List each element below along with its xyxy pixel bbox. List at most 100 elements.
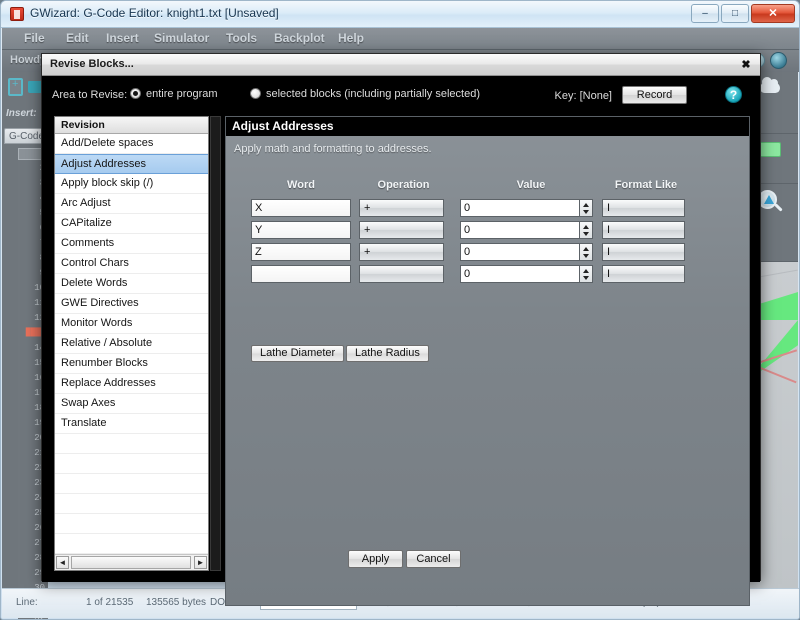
revision-item-apply-block-skip[interactable]: Apply block skip (/)	[55, 174, 208, 194]
apply-button[interactable]: Apply	[348, 550, 403, 568]
revision-item-monitor-words[interactable]: Monitor Words	[55, 314, 208, 334]
scroll-right-icon[interactable]: ►	[194, 556, 207, 569]
revision-list-blank	[55, 454, 208, 474]
address-row: Y + 0 I	[226, 221, 749, 239]
radio-selected-blocks[interactable]: selected blocks (including partially sel…	[250, 88, 480, 100]
menubar: File Edit Insert Simulator Tools Backplo…	[2, 28, 800, 50]
radio-entire-program-label: entire program	[146, 88, 218, 100]
revision-item-swap-axes[interactable]: Swap Axes	[55, 394, 208, 414]
revision-item-renumber-blocks[interactable]: Renumber Blocks	[55, 354, 208, 374]
value-input-4[interactable]: 0	[460, 265, 580, 283]
revision-list-header: Revision	[55, 117, 208, 134]
new-document-icon[interactable]	[8, 78, 23, 96]
menu-help[interactable]: Help	[338, 31, 364, 45]
value-input-1[interactable]: 0	[460, 199, 580, 217]
menu-insert[interactable]: Insert	[106, 31, 139, 45]
value-stepper-3[interactable]	[580, 243, 593, 261]
menu-file[interactable]: File	[24, 31, 45, 45]
revision-item-relative-absolute[interactable]: Relative / Absolute	[55, 334, 208, 354]
radio-on-icon	[130, 88, 141, 99]
menu-backplot[interactable]: Backplot	[274, 31, 325, 45]
window-controls: – □ ✕	[691, 4, 795, 23]
revision-list-vscrollbar[interactable]	[210, 116, 221, 571]
revision-item-replace-addresses[interactable]: Replace Addresses	[55, 374, 208, 394]
window-titlebar: GWizard: G-Code Editor: knight1.txt [Uns…	[1, 1, 800, 28]
revision-list-blank	[55, 474, 208, 494]
lathe-radius-button[interactable]: Lathe Radius	[346, 345, 429, 362]
revision-list[interactable]: Add/Delete spaces Adjust Addresses Apply…	[55, 134, 208, 554]
operation-select-1[interactable]: +	[359, 199, 444, 217]
format-select-1[interactable]: I	[602, 199, 685, 217]
dialog-titlebar: Revise Blocks... ✖	[42, 54, 760, 76]
word-input-3[interactable]: Z	[251, 243, 351, 261]
column-header-word: Word	[246, 179, 356, 191]
area-to-revise-label: Area to Revise:	[52, 89, 127, 101]
minimize-button[interactable]: –	[691, 4, 719, 23]
value-input-3[interactable]: 0	[460, 243, 580, 261]
format-select-3[interactable]: I	[602, 243, 685, 261]
revision-item-translate[interactable]: Translate	[55, 414, 208, 434]
column-header-format-like: Format Like	[601, 179, 691, 191]
scroll-left-icon[interactable]: ◄	[56, 556, 69, 569]
revision-item-arc-adjust[interactable]: Arc Adjust	[55, 194, 208, 214]
adjust-addresses-panel: Adjust Addresses Apply math and formatti…	[225, 116, 750, 606]
radio-selected-blocks-label: selected blocks (including partially sel…	[266, 88, 480, 100]
revision-item-add-delete-spaces[interactable]: Add/Delete spaces	[55, 134, 208, 154]
green-indicator	[759, 142, 781, 157]
revision-item-control-chars[interactable]: Control Chars	[55, 254, 208, 274]
operation-select-4[interactable]	[359, 265, 444, 283]
word-input-2[interactable]: Y	[251, 221, 351, 239]
revision-item-capitalize[interactable]: CAPitalize	[55, 214, 208, 234]
revise-blocks-dialog: Revise Blocks... ✖ Area to Revise: entir…	[41, 53, 761, 581]
key-label: Key: [None]	[555, 90, 612, 102]
maximize-icon: □	[732, 9, 738, 19]
format-select-2[interactable]: I	[602, 221, 685, 239]
address-row: X + 0 I	[226, 199, 749, 217]
word-input-1[interactable]: X	[251, 199, 351, 217]
app-icon	[10, 7, 24, 21]
menu-edit[interactable]: Edit	[66, 31, 89, 45]
operation-select-2[interactable]: +	[359, 221, 444, 239]
revision-item-comments[interactable]: Comments	[55, 234, 208, 254]
status-line-label: Line:	[16, 597, 38, 608]
dialog-close-icon[interactable]: ✖	[738, 57, 754, 73]
hscrollbar-thumb[interactable]	[71, 556, 191, 569]
globe-icon[interactable]	[770, 52, 787, 69]
revision-list-hscrollbar[interactable]: ◄ ►	[55, 554, 208, 570]
value-stepper-2[interactable]	[580, 221, 593, 239]
lathe-diameter-button[interactable]: Lathe Diameter	[251, 345, 344, 362]
radio-off-icon	[250, 88, 261, 99]
window-title: GWizard: G-Code Editor: knight1.txt [Uns…	[30, 6, 279, 20]
cloud-icon	[760, 82, 780, 93]
revision-list-panel: Revision Add/Delete spaces Adjust Addres…	[54, 116, 209, 571]
revision-list-blank	[55, 434, 208, 454]
radio-entire-program[interactable]: entire program	[130, 88, 218, 100]
revision-item-delete-words[interactable]: Delete Words	[55, 274, 208, 294]
format-select-4[interactable]: I	[602, 265, 685, 283]
word-input-4[interactable]	[251, 265, 351, 283]
help-icon[interactable]: ?	[725, 86, 742, 103]
value-input-2[interactable]: 0	[460, 221, 580, 239]
address-row: 0 I	[226, 265, 749, 283]
dialog-title: Revise Blocks...	[50, 58, 134, 70]
minimize-icon: –	[702, 9, 708, 19]
close-button[interactable]: ✕	[751, 4, 795, 23]
revision-list-blank	[55, 514, 208, 534]
area-to-revise-row: Area to Revise: entire program selected …	[52, 86, 752, 106]
menu-tools[interactable]: Tools	[226, 31, 257, 45]
revision-list-blank	[55, 494, 208, 514]
cancel-button[interactable]: Cancel	[406, 550, 461, 568]
panel-title: Adjust Addresses	[226, 117, 749, 136]
operation-select-3[interactable]: +	[359, 243, 444, 261]
value-stepper-1[interactable]	[580, 199, 593, 217]
value-stepper-4[interactable]	[580, 265, 593, 283]
revision-item-gwe-directives[interactable]: GWE Directives	[55, 294, 208, 314]
revision-item-adjust-addresses[interactable]: Adjust Addresses	[55, 154, 208, 174]
panel-subtitle: Apply math and formatting to addresses.	[234, 143, 432, 155]
menu-simulator[interactable]: Simulator	[154, 31, 209, 45]
record-button[interactable]: Record	[622, 86, 687, 104]
application-window: GWizard: G-Code Editor: knight1.txt [Uns…	[0, 0, 800, 620]
close-icon: ✕	[768, 8, 777, 19]
maximize-button[interactable]: □	[721, 4, 749, 23]
address-row: Z + 0 I	[226, 243, 749, 261]
